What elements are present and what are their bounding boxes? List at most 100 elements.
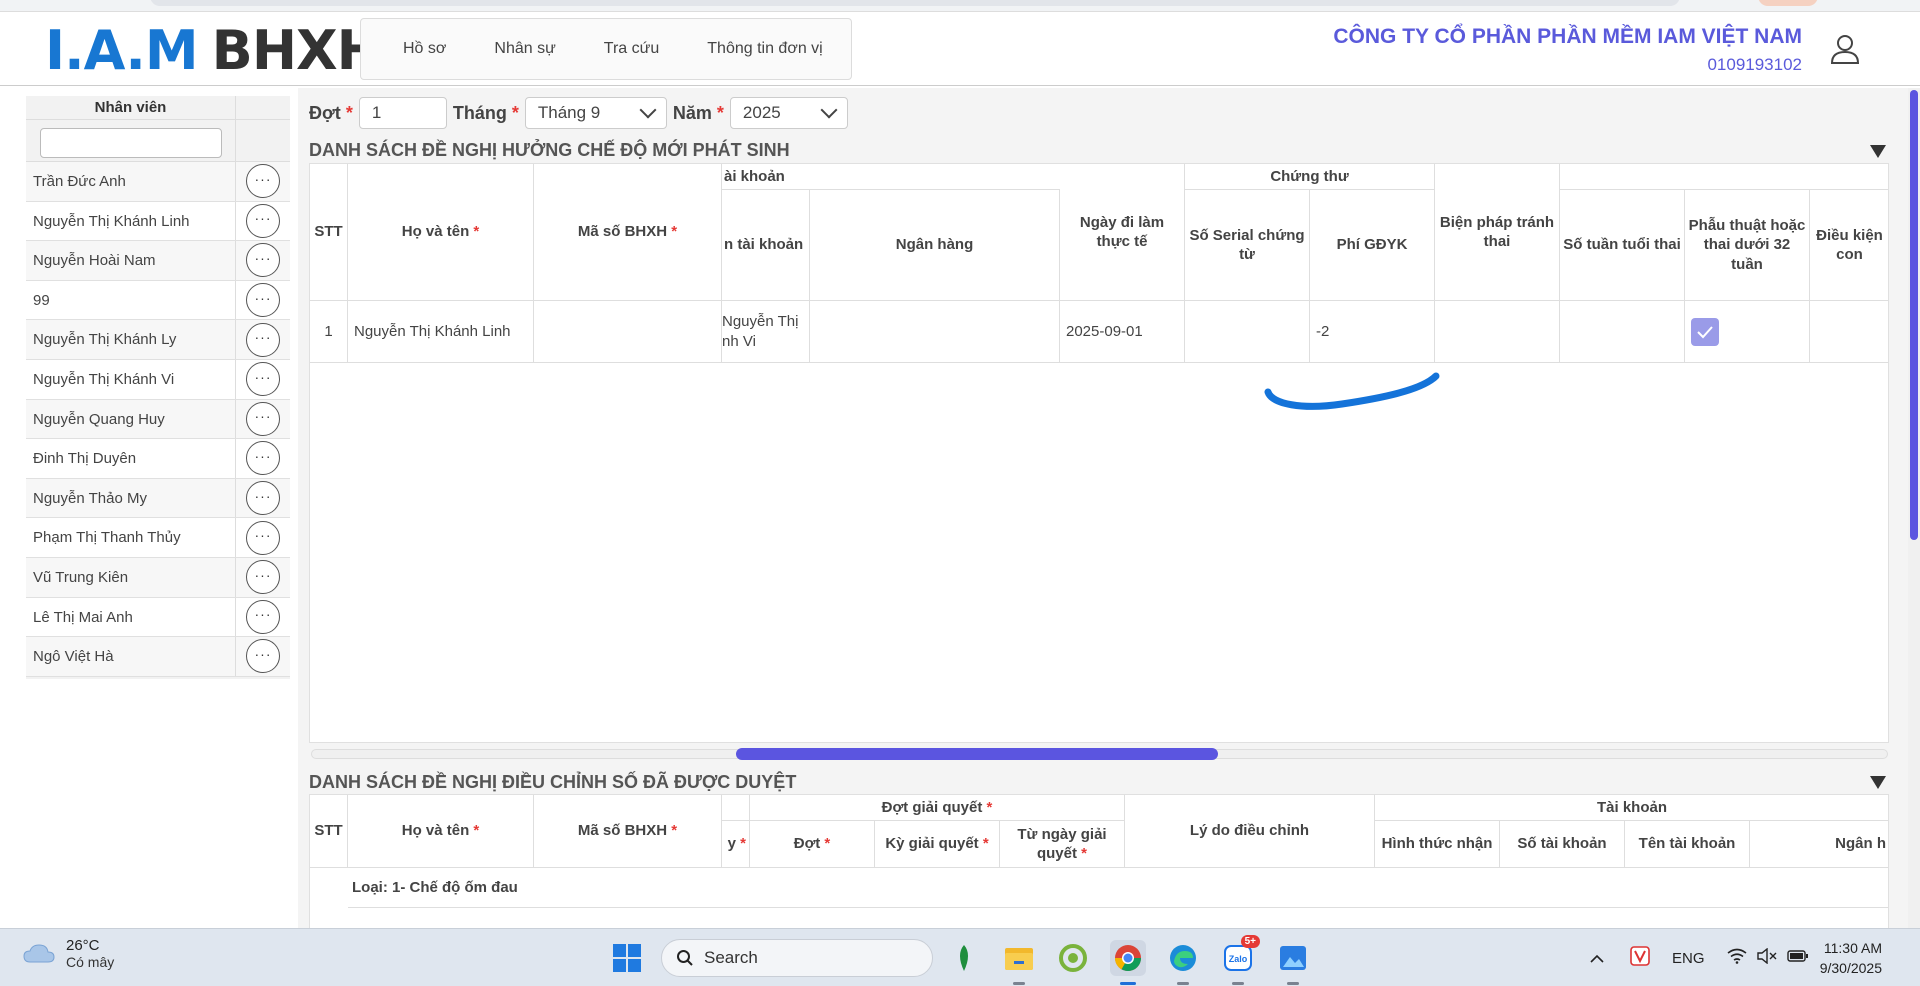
more-options-button[interactable]: ··· (246, 164, 280, 199)
more-options-button[interactable]: ··· (246, 243, 280, 278)
wifi-icon[interactable] (1727, 948, 1747, 968)
speaker-muted-icon[interactable] (1756, 947, 1777, 968)
windows-start-icon[interactable] (609, 940, 645, 976)
group-row-om-dau[interactable]: Loại: 1- Chế độ ốm đau (348, 868, 1888, 908)
employee-row[interactable]: Nguyễn Quang Huy ··· (26, 399, 290, 440)
nav-ho-so[interactable]: Hồ sơ (379, 40, 470, 58)
more-options-button[interactable]: ··· (246, 441, 280, 476)
weather-widget[interactable]: 26°C Có mây (22, 937, 114, 970)
horizontal-scrollbar-thumb[interactable] (736, 748, 1218, 760)
battery-icon[interactable] (1786, 949, 1809, 967)
employee-name[interactable]: Nguyễn Thị Khánh Ly (26, 320, 236, 359)
app-icon-green[interactable] (1055, 940, 1091, 976)
employee-row[interactable]: Trần Đức Anh ··· (26, 162, 290, 202)
employee-name[interactable]: 99 (26, 280, 236, 320)
employee-row[interactable]: Ngô Việt Hà ··· (26, 637, 290, 677)
more-options-button[interactable]: ··· (246, 203, 280, 238)
app-logo[interactable]: I.A.M BHXH (45, 19, 382, 82)
phau-thuat-checkbox[interactable] (1691, 317, 1719, 346)
employee-row[interactable]: Phạm Thị Thanh Thủy ··· (26, 518, 290, 558)
nav-thong-tin-don-vi[interactable]: Thông tin đơn vị (683, 40, 846, 58)
employee-name[interactable]: Lê Thị Mai Anh (26, 597, 236, 637)
row1-so-serial[interactable] (1185, 301, 1310, 363)
vivaldi-tray-icon[interactable] (1630, 946, 1650, 970)
employee-name[interactable]: Ngô Việt Hà (26, 637, 236, 676)
row1-bien-phap[interactable] (1435, 301, 1560, 363)
system-clock[interactable]: 11:30 AM 9/30/2025 (1820, 938, 1882, 978)
employee-row[interactable]: Lê Thị Mai Anh ··· (26, 597, 290, 638)
employee-row[interactable]: Nguyễn Thảo My ··· (26, 478, 290, 519)
check-icon (1697, 325, 1713, 338)
employee-name[interactable]: Nguyễn Hoài Nam (26, 241, 236, 280)
more-options-button[interactable]: ··· (246, 639, 280, 674)
taskbar-search[interactable]: Search (661, 939, 933, 977)
adjusted-claims-table: STT Họ và tên * Mã số BHXH * y * Đợt giả… (309, 794, 1889, 934)
company-info: CÔNG TY CỔ PHẦN PHẦN MỀM IAM VIỆT NAM 01… (1333, 25, 1802, 75)
more-options-button[interactable]: ··· (246, 362, 280, 397)
employee-name[interactable]: Nguyễn Thảo My (26, 478, 236, 518)
file-explorer-icon[interactable] (1001, 940, 1037, 985)
more-options-button[interactable]: ··· (246, 520, 280, 555)
row1-ho-ten[interactable]: Nguyễn Thị Khánh Linh (348, 301, 534, 363)
nav-tra-cuu[interactable]: Tra cứu (580, 40, 683, 58)
tray-chevron-up-icon[interactable] (1590, 950, 1604, 967)
more-options-button[interactable]: ··· (246, 401, 280, 436)
thang-select[interactable]: Tháng 9 (524, 97, 667, 129)
employee-name[interactable]: Nguyễn Thị Khánh Linh (26, 201, 236, 241)
vertical-scrollbar[interactable] (1908, 88, 1920, 928)
row1-phi-gdyk[interactable]: -2 (1310, 301, 1435, 363)
employee-name[interactable]: Nguyễn Quang Huy (26, 399, 236, 439)
browser-tab-button[interactable] (1758, 0, 1818, 6)
row1-dieu-kien[interactable] (1810, 301, 1888, 363)
employee-actions-cell: ··· (236, 400, 290, 439)
collapse-section2-icon[interactable] (1870, 776, 1886, 789)
user-icon[interactable] (1828, 32, 1862, 66)
chrome-icon[interactable] (1110, 940, 1146, 985)
col-ma-so-bhxh: Mã số BHXH * (534, 164, 722, 301)
mongodb-icon[interactable] (946, 940, 982, 976)
col2-ho-ten: Họ và tên * (348, 795, 534, 868)
row1-ngay-di-lam[interactable]: 2025-09-01 (1060, 301, 1185, 363)
language-indicator[interactable]: ENG (1672, 950, 1705, 967)
collapse-section1-icon[interactable] (1870, 145, 1886, 158)
employee-row[interactable]: Nguyễn Thị Khánh Linh ··· (26, 201, 290, 242)
row1-so-tuan[interactable] (1560, 301, 1685, 363)
more-options-button[interactable]: ··· (246, 599, 280, 634)
company-tax-code: 0109193102 (1707, 55, 1802, 74)
browser-address-bar[interactable] (150, 0, 1680, 6)
employee-row[interactable]: Nguyễn Thị Khánh Vi ··· (26, 359, 290, 400)
more-options-button[interactable]: ··· (246, 560, 280, 595)
row1-ngan-hang[interactable] (810, 301, 1060, 363)
employee-filter-input[interactable] (40, 128, 222, 158)
edge-icon[interactable] (1165, 940, 1201, 985)
nam-select[interactable]: 2025 (729, 97, 848, 129)
more-options-button[interactable]: ··· (246, 283, 280, 318)
employee-name[interactable]: Phạm Thị Thanh Thủy (26, 518, 236, 557)
col2-stt: STT (310, 795, 348, 868)
employee-name[interactable]: Nguyễn Thị Khánh Vi (26, 359, 236, 399)
more-options-button[interactable]: ··· (246, 481, 280, 516)
employee-row[interactable]: 99 ··· (26, 280, 290, 321)
svg-text:Zalo: Zalo (1229, 954, 1248, 964)
employee-name[interactable]: Đinh Thị Duyên (26, 439, 236, 478)
vertical-scrollbar-thumb[interactable] (1910, 90, 1918, 540)
col2-ten-tk: Tên tài khoản (1625, 821, 1750, 868)
row1-ma-so[interactable] (534, 301, 722, 363)
employee-row[interactable]: Nguyễn Hoài Nam ··· (26, 241, 290, 281)
col2-tu-ngay: Từ ngày giải quyết * (1000, 821, 1125, 868)
employee-name[interactable]: Trần Đức Anh (26, 162, 236, 201)
clock-time: 11:30 AM (1823, 940, 1882, 956)
nav-nhan-su[interactable]: Nhân sự (470, 40, 579, 58)
employee-name[interactable]: Vũ Trung Kiên (26, 557, 236, 597)
more-options-button[interactable]: ··· (246, 322, 280, 357)
employee-row[interactable]: Vũ Trung Kiên ··· (26, 557, 290, 598)
col2-hinh-thuc: Hình thức nhận (1375, 821, 1500, 868)
dot-input[interactable]: 1 (358, 97, 447, 129)
thang-label: Tháng * (452, 102, 519, 123)
row1-ten-tai-khoan[interactable]: Nguyễn Thị nh Vi (722, 301, 810, 363)
photos-icon[interactable] (1275, 940, 1311, 985)
col-so-tuan: Số tuần tuổi thai (1560, 190, 1685, 301)
zalo-icon[interactable]: Zalo 5+ (1220, 935, 1260, 985)
employee-row[interactable]: Đinh Thị Duyên ··· (26, 439, 290, 479)
employee-row[interactable]: Nguyễn Thị Khánh Ly ··· (26, 320, 290, 360)
